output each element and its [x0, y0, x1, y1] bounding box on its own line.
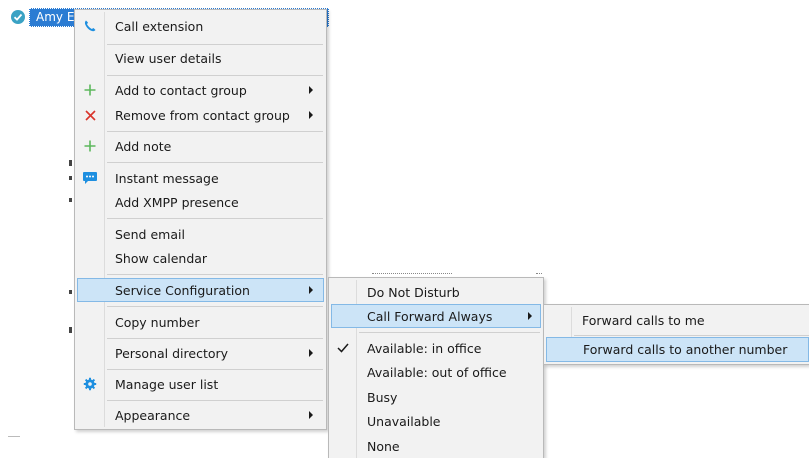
phone-icon — [82, 18, 98, 34]
menu-item-add-note[interactable]: Add note — [75, 134, 326, 158]
menu-item-personal-directory[interactable]: Personal directory — [75, 341, 326, 365]
background-fragment — [69, 327, 72, 333]
menu-separator — [107, 306, 323, 307]
submenu-arrow-icon — [528, 312, 532, 320]
menu-item-show-calendar[interactable]: Show calendar — [75, 246, 326, 270]
submenu-arrow-icon — [309, 86, 313, 94]
menu-item-manage-user-list[interactable]: Manage user list — [75, 372, 326, 396]
background-fragment — [372, 273, 452, 276]
menu-item-busy[interactable]: Busy — [329, 385, 543, 409]
submenu-arrow-icon — [309, 286, 313, 294]
checkmark-icon — [335, 340, 351, 356]
user-status-icon — [11, 10, 25, 24]
menu-separator — [107, 131, 323, 132]
plus-icon — [82, 82, 98, 98]
submenu-arrow-icon — [309, 411, 313, 419]
remove-icon — [82, 107, 98, 123]
service-configuration-submenu: Do Not Disturb Call Forward Always Avail… — [328, 277, 544, 458]
menu-item-unavailable[interactable]: Unavailable — [329, 409, 543, 433]
menu-item-call-forward-always[interactable]: Call Forward Always — [331, 304, 541, 328]
menu-item-add-to-contact-group[interactable]: Add to contact group — [75, 78, 326, 102]
menu-item-copy-number[interactable]: Copy number — [75, 310, 326, 334]
menu-item-available-in-office[interactable]: Available: in office — [329, 336, 543, 360]
menu-item-forward-calls-to-me[interactable]: Forward calls to me — [544, 307, 809, 333]
background-fragment — [536, 273, 542, 276]
background-fragment — [8, 436, 20, 437]
menu-item-send-email[interactable]: Send email — [75, 222, 326, 246]
background-fragment — [69, 160, 72, 166]
user-context-menu: Call extension View user details Add to … — [74, 9, 327, 430]
submenu-arrow-icon — [309, 349, 313, 357]
menu-item-instant-message[interactable]: Instant message — [75, 166, 326, 190]
menu-separator — [574, 335, 809, 336]
menu-separator — [107, 338, 323, 339]
background-fragment — [69, 176, 72, 180]
background-fragment — [69, 198, 72, 202]
menu-item-view-user-details[interactable]: View user details — [75, 46, 326, 70]
menu-item-call-extension[interactable]: Call extension — [75, 14, 326, 38]
menu-item-service-configuration[interactable]: Service Configuration — [77, 278, 324, 302]
menu-item-none[interactable]: None — [329, 434, 543, 458]
menu-item-do-not-disturb[interactable]: Do Not Disturb — [329, 280, 543, 304]
background-fragment — [69, 290, 72, 294]
menu-separator — [107, 162, 323, 163]
chat-bubble-icon — [81, 170, 99, 186]
menu-separator — [107, 44, 323, 45]
menu-separator — [359, 332, 540, 333]
menu-item-forward-calls-to-another-number[interactable]: Forward calls to another number — [546, 337, 809, 362]
gear-icon — [82, 376, 98, 392]
menu-separator — [107, 400, 323, 401]
menu-item-available-out-of-office[interactable]: Available: out of office — [329, 360, 543, 384]
plus-icon — [82, 138, 98, 154]
user-chip-name: Amy E — [36, 10, 75, 24]
call-forward-submenu: Forward calls to me Forward calls to ano… — [543, 304, 809, 365]
menu-separator — [107, 75, 323, 76]
menu-separator — [107, 369, 323, 370]
menu-item-appearance[interactable]: Appearance — [75, 403, 326, 427]
menu-separator — [107, 274, 323, 275]
menu-item-remove-from-contact-group[interactable]: Remove from contact group — [75, 103, 326, 127]
menu-separator — [107, 218, 323, 219]
submenu-arrow-icon — [309, 111, 313, 119]
menu-item-add-xmpp-presence[interactable]: Add XMPP presence — [75, 190, 326, 214]
